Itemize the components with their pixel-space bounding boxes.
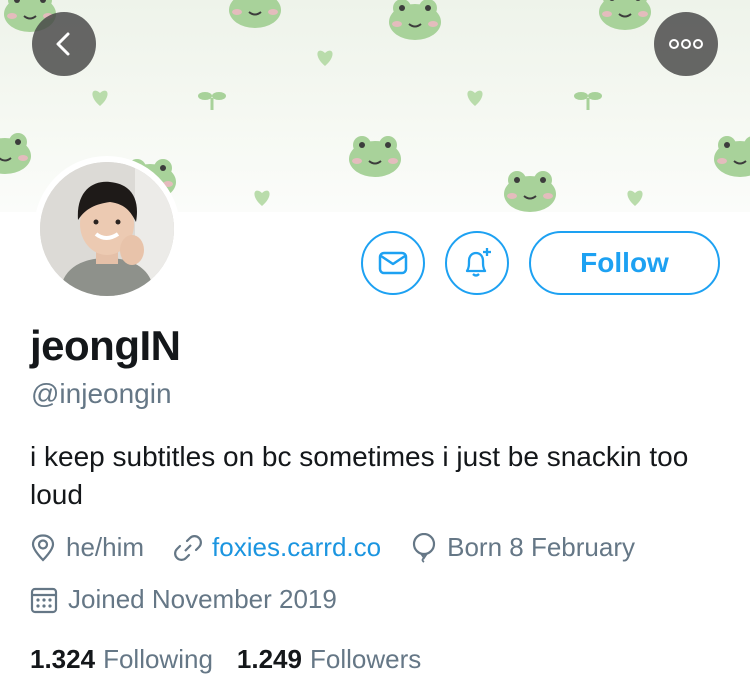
location-pin-icon xyxy=(31,533,55,562)
back-button[interactable] xyxy=(32,12,96,76)
chevron-left-icon xyxy=(56,32,70,56)
followers-label: Followers xyxy=(309,644,422,674)
display-name: jeongIN xyxy=(30,322,181,369)
following-count: 1.324 xyxy=(30,644,96,674)
envelope-icon xyxy=(378,251,408,275)
follow-stats: 1.324 Following 1.249 Followers xyxy=(30,644,445,675)
link-icon xyxy=(174,534,203,561)
birthday-item: Born 8 February xyxy=(411,532,635,563)
profile-meta-row: Joined November 2019 xyxy=(30,584,367,615)
website-link[interactable]: foxies.carrd.co xyxy=(212,532,381,563)
joined-text: Joined November 2019 xyxy=(68,584,337,614)
following-label: Following xyxy=(103,644,213,674)
website-item[interactable]: foxies.carrd.co xyxy=(174,532,381,563)
birthday-text: Born 8 February xyxy=(447,532,635,562)
avatar[interactable] xyxy=(34,156,180,302)
profile-bio: i keep subtitles on bc sometimes i just … xyxy=(30,441,689,510)
more-options-button[interactable] xyxy=(654,12,718,76)
followers-count: 1.249 xyxy=(236,644,302,674)
balloon-icon xyxy=(413,532,436,563)
followers-stat[interactable]: 1.249 Followers xyxy=(237,644,421,675)
pronouns-item: he/him xyxy=(30,532,144,563)
notifications-button[interactable] xyxy=(445,231,509,295)
joined-item: Joined November 2019 xyxy=(30,584,337,615)
user-handle: @injeongin xyxy=(31,378,172,409)
ellipsis-icon xyxy=(669,39,703,49)
calendar-icon xyxy=(30,587,58,613)
bell-plus-icon xyxy=(465,248,491,277)
avatar-photo xyxy=(40,162,174,296)
following-stat[interactable]: 1.324 Following xyxy=(30,644,213,675)
message-button[interactable] xyxy=(361,231,425,295)
profile-meta-row: he/him foxies.carrd.co Born 8 February xyxy=(30,532,665,563)
pronouns-text: he/him xyxy=(66,532,145,562)
follow-button[interactable]: Follow xyxy=(529,231,720,295)
